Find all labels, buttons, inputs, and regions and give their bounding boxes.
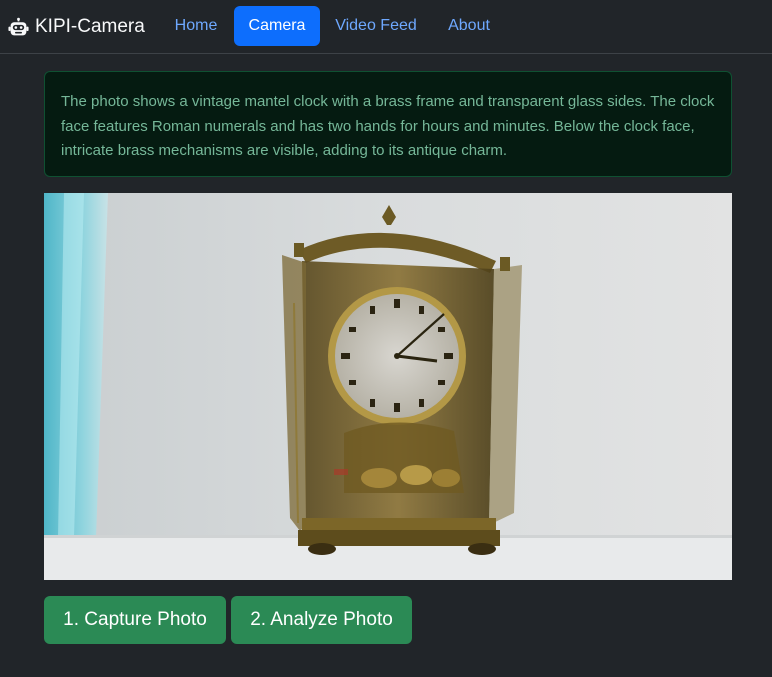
nav-home[interactable]: Home — [164, 6, 228, 46]
analysis-text: The photo shows a vintage mantel clock w… — [61, 93, 715, 159]
brand-name: KIPI-Camera — [35, 16, 145, 37]
brand[interactable]: KIPI-Camera — [8, 13, 145, 41]
navbar: KIPI-Camera Home Camera Video Feed About — [0, 0, 772, 54]
robot-icon — [8, 17, 29, 35]
nav-camera[interactable]: Camera — [234, 6, 320, 46]
nav-video-feed[interactable]: Video Feed — [326, 6, 426, 46]
nav-about[interactable]: About — [436, 6, 502, 46]
captured-photo — [44, 193, 732, 580]
capture-photo-button[interactable]: 1. Capture Photo — [44, 596, 226, 644]
analysis-result-alert: The photo shows a vintage mantel clock w… — [44, 71, 732, 177]
analyze-photo-button[interactable]: 2. Analyze Photo — [231, 596, 412, 644]
